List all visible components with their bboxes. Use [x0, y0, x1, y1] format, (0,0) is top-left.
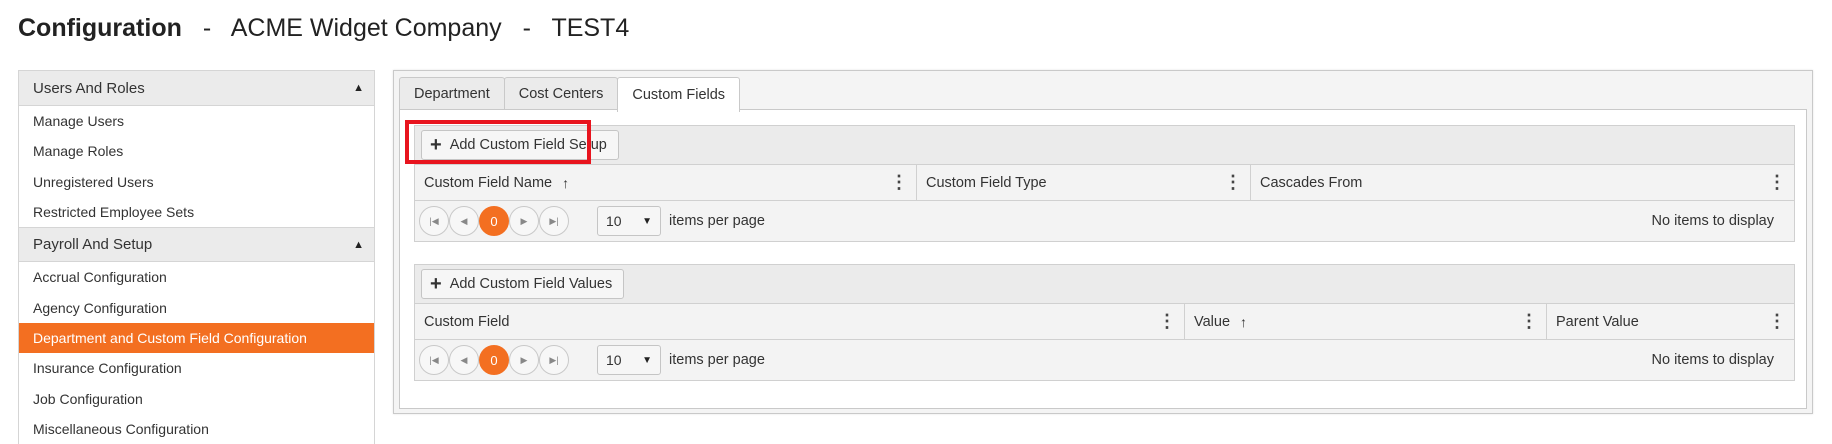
- collapse-caret-icon[interactable]: ▲: [353, 239, 364, 251]
- page-title: Configuration - ACME Widget Company - TE…: [18, 14, 629, 43]
- button-label: Add Custom Field Setup: [449, 137, 607, 153]
- column-header-custom-field-type[interactable]: Custom Field Type ⋮: [917, 165, 1251, 200]
- sidebar-item-manage-roles[interactable]: Manage Roles: [19, 136, 374, 166]
- tab-department[interactable]: Department: [399, 77, 505, 110]
- grid-header: Custom Field Name ↑ ⋮ Custom Field Type ⋮…: [415, 165, 1794, 201]
- column-menu-icon[interactable]: ⋮: [890, 172, 908, 193]
- sidebar: Users And Roles ▲ Manage Users Manage Ro…: [18, 70, 375, 444]
- column-menu-icon[interactable]: ⋮: [1768, 172, 1786, 193]
- column-header-custom-field[interactable]: Custom Field ⋮: [415, 304, 1185, 339]
- last-page-icon[interactable]: ▶|: [539, 345, 569, 375]
- title-company: ACME Widget Company: [230, 14, 502, 42]
- grid-header: Custom Field ⋮ Value ↑ ⋮ Parent Value ⋮: [415, 304, 1794, 340]
- current-page-button[interactable]: 0: [479, 206, 509, 236]
- current-page-button[interactable]: 0: [479, 345, 509, 375]
- column-label: Value: [1194, 313, 1231, 330]
- sidebar-item-insurance-configuration[interactable]: Insurance Configuration: [19, 353, 374, 383]
- no-items-text: No items to display: [1651, 352, 1775, 368]
- first-page-icon[interactable]: |◀: [419, 206, 449, 236]
- column-menu-icon[interactable]: ⋮: [1768, 311, 1786, 332]
- sidebar-item-miscellaneous-configuration[interactable]: Miscellaneous Configuration: [19, 414, 374, 444]
- title-configuration: Configuration: [18, 14, 182, 42]
- title-separator: -: [522, 14, 531, 42]
- column-label: Custom Field: [424, 313, 510, 330]
- column-label: Custom Field Name: [424, 174, 553, 191]
- add-custom-field-setup-button[interactable]: + Add Custom Field Setup: [421, 130, 619, 160]
- items-per-page-label: items per page: [669, 213, 765, 229]
- collapse-caret-icon[interactable]: ▲: [353, 82, 364, 94]
- tab-cost-centers[interactable]: Cost Centers: [503, 77, 619, 110]
- chevron-down-icon: ▼: [642, 354, 652, 366]
- column-header-value[interactable]: Value ↑ ⋮: [1185, 304, 1547, 339]
- sidebar-item-restricted-employee-sets[interactable]: Restricted Employee Sets: [19, 197, 374, 227]
- sidebar-item-job-configuration[interactable]: Job Configuration: [19, 383, 374, 413]
- grid-toolbar: + Add Custom Field Setup: [415, 126, 1794, 165]
- last-page-icon[interactable]: ▶|: [539, 206, 569, 236]
- items-per-page-label: items per page: [669, 352, 765, 368]
- page-size-select[interactable]: 10 ▼: [597, 345, 661, 375]
- plus-icon: +: [430, 134, 442, 156]
- sidebar-group-label: Payroll And Setup: [33, 236, 153, 254]
- chevron-down-icon: ▼: [642, 215, 652, 227]
- no-items-text: No items to display: [1651, 213, 1775, 229]
- sort-ascending-icon: ↑: [562, 174, 570, 191]
- next-page-icon[interactable]: ▶: [509, 345, 539, 375]
- prev-page-icon[interactable]: ◀: [449, 345, 479, 375]
- sidebar-item-accrual-configuration[interactable]: Accrual Configuration: [19, 262, 374, 292]
- plus-icon: +: [430, 273, 442, 295]
- title-separator: -: [202, 14, 212, 42]
- grid-toolbar: + Add Custom Field Values: [415, 265, 1794, 304]
- sidebar-item-agency-configuration[interactable]: Agency Configuration: [19, 292, 374, 322]
- sidebar-group-users-and-roles[interactable]: Users And Roles ▲: [19, 71, 374, 106]
- button-label: Add Custom Field Values: [449, 276, 613, 292]
- first-page-icon[interactable]: |◀: [419, 345, 449, 375]
- column-label: Custom Field Type: [926, 174, 1047, 191]
- sidebar-group-payroll-and-setup[interactable]: Payroll And Setup ▲: [19, 227, 374, 263]
- tab-strip: Department Cost Centers Custom Fields: [399, 77, 741, 112]
- column-label: Cascades From: [1260, 174, 1363, 191]
- custom-field-setup-grid: + Add Custom Field Setup Custom Field Na…: [405, 120, 1795, 242]
- column-menu-icon[interactable]: ⋮: [1158, 311, 1176, 332]
- column-menu-icon[interactable]: ⋮: [1520, 311, 1538, 332]
- add-custom-field-values-button[interactable]: + Add Custom Field Values: [421, 269, 625, 299]
- column-header-cascades-from[interactable]: Cascades From ⋮: [1251, 165, 1794, 200]
- grid-pager: |◀ ◀ 0 ▶ ▶| 10 ▼ items per page No items…: [415, 201, 1794, 241]
- config-panel: Department Cost Centers Custom Fields + …: [393, 70, 1813, 414]
- page-size-value: 10: [606, 352, 622, 368]
- sort-ascending-icon: ↑: [1240, 313, 1248, 330]
- sidebar-item-manage-users[interactable]: Manage Users: [19, 106, 374, 136]
- column-menu-icon[interactable]: ⋮: [1224, 172, 1242, 193]
- sidebar-item-department-custom-field[interactable]: Department and Custom Field Configuratio…: [19, 322, 374, 354]
- page-size-select[interactable]: 10 ▼: [597, 206, 661, 236]
- page-size-value: 10: [606, 213, 622, 229]
- column-header-custom-field-name[interactable]: Custom Field Name ↑ ⋮: [415, 165, 917, 200]
- tab-custom-fields[interactable]: Custom Fields: [617, 77, 741, 112]
- custom-field-values-grid: + Add Custom Field Values Custom Field ⋮…: [414, 264, 1795, 381]
- custom-fields-tab-content: + Add Custom Field Setup Custom Field Na…: [399, 109, 1807, 409]
- column-label: Parent Value: [1556, 313, 1639, 330]
- column-header-parent-value[interactable]: Parent Value ⋮: [1547, 304, 1794, 339]
- grid-pager: |◀ ◀ 0 ▶ ▶| 10 ▼ items per page No items…: [415, 340, 1794, 380]
- title-environment: TEST4: [551, 14, 630, 42]
- prev-page-icon[interactable]: ◀: [449, 206, 479, 236]
- sidebar-group-label: Users And Roles: [33, 79, 145, 97]
- sidebar-item-unregistered-users[interactable]: Unregistered Users: [19, 167, 374, 197]
- next-page-icon[interactable]: ▶: [509, 206, 539, 236]
